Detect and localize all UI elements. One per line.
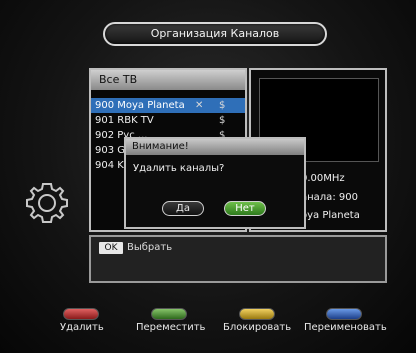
scrambled-icon: $ (219, 100, 226, 111)
hint-panel: OK Выбрать (89, 235, 387, 283)
gear-icon (26, 183, 68, 223)
no-button[interactable]: Нет (224, 201, 266, 216)
channel-name-info: oya Planeta (301, 210, 360, 221)
list-header: Все ТВ (91, 70, 245, 90)
rename-key-label[interactable]: Переименовать (304, 322, 387, 333)
ok-key-icon: OK (99, 242, 123, 254)
confirm-dialog: Внимание! Удалить каналы? Да Нет (124, 137, 306, 229)
frequency-info: 0.00MHz (301, 173, 345, 184)
lock-key-label[interactable]: Блокировать (223, 322, 291, 333)
page-title: Организация Каналов (103, 22, 327, 46)
green-key-icon[interactable] (151, 308, 187, 320)
scrambled-icon: $ (219, 115, 226, 126)
dialog-message: Удалить каналы? (133, 163, 225, 174)
delete-mark-icon: ✕ (195, 100, 204, 111)
channel-row-901[interactable]: 901 RBK TV $ (91, 113, 245, 128)
channel-row-900[interactable]: 900 Moya Planeta ✕ $ (91, 98, 245, 113)
channel-label: 900 Moya Planeta (95, 100, 185, 111)
dialog-title: Внимание! (126, 139, 304, 155)
channel-label: 901 RBK TV (95, 115, 154, 126)
move-key-label[interactable]: Переместить (136, 322, 205, 333)
delete-key-label[interactable]: Удалить (60, 322, 104, 333)
ok-hint-label: Выбрать (127, 242, 173, 253)
channel-label: 903 G (95, 145, 126, 156)
blue-key-icon[interactable] (326, 308, 362, 320)
channel-number-info: анала: 900 (301, 192, 358, 203)
yes-button[interactable]: Да (162, 201, 204, 216)
red-key-icon[interactable] (63, 308, 99, 320)
channel-label: 904 K (95, 160, 124, 171)
yellow-key-icon[interactable] (239, 308, 275, 320)
